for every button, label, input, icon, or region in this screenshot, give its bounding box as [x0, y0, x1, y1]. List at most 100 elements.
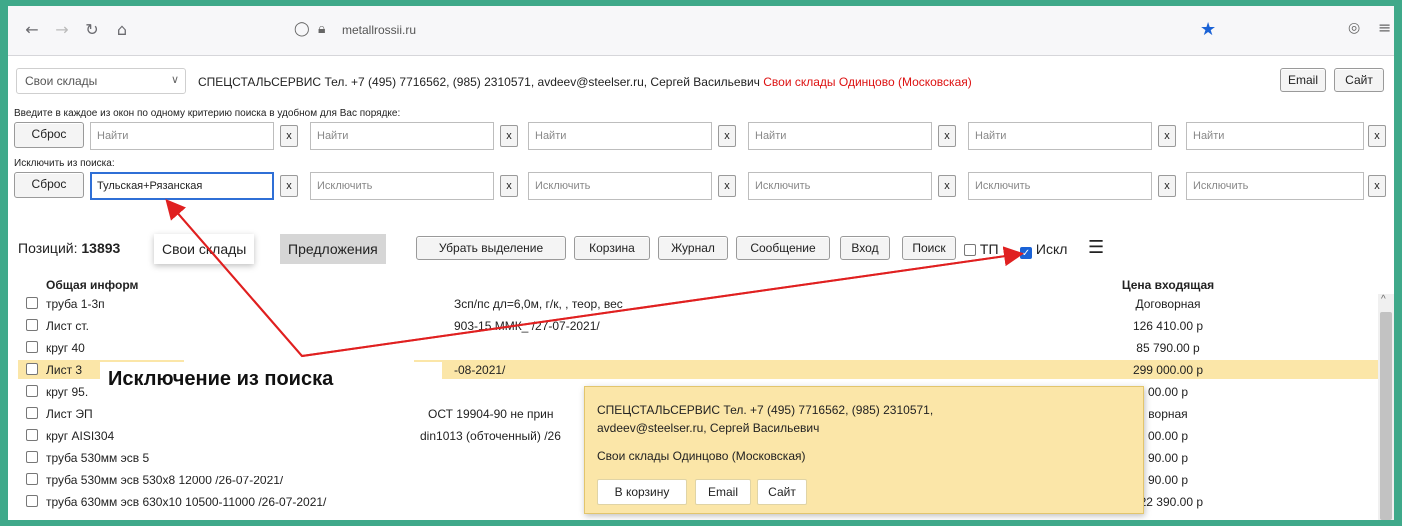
search-clear-4-button[interactable]: x: [938, 125, 956, 147]
supplier-warehouse: Свои склады Одинцово (Московская): [763, 75, 972, 89]
exclude-reset-button[interactable]: Сброс: [14, 172, 84, 198]
supplier-popup: СПЕЦСТАЛЬСЕРВИС Тел. +7 (495) 7716562, (…: [584, 386, 1144, 514]
scroll-up-icon[interactable]: ^: [1381, 294, 1386, 305]
message-button[interactable]: Сообщение: [736, 236, 830, 260]
supplier-name: СПЕЦСТАЛЬСЕРВИС: [198, 75, 322, 89]
table-scrollbar-thumb[interactable]: [1380, 312, 1392, 520]
warehouse-select-value: Свои склады: [25, 74, 98, 88]
exclude-clear-1-button[interactable]: x: [280, 175, 298, 197]
row-name: труба 1-3п: [46, 297, 105, 311]
row-name-tail: ОСТ 19904-90 не прин: [428, 407, 554, 421]
exclude-input-2[interactable]: Исключить: [310, 172, 494, 200]
address-bar[interactable]: ◯ 🔒︎ metallrossii.ru: [288, 19, 1148, 43]
reload-icon[interactable]: ↻: [82, 20, 102, 40]
row-price: 299 000.00 р: [1132, 363, 1204, 377]
row-checkbox[interactable]: [26, 319, 38, 331]
clear-selection-button[interactable]: Убрать выделение: [416, 236, 566, 260]
row-name: круг AISI304: [46, 429, 115, 443]
chevron-down-icon: ∨: [170, 74, 179, 86]
tp-checkbox-box[interactable]: [964, 244, 976, 256]
exclude-clear-6-button[interactable]: x: [1368, 175, 1386, 197]
overlay-mask: [184, 276, 414, 376]
search-input-1[interactable]: Найти: [90, 122, 274, 150]
tab-own-warehouses[interactable]: Свои склады: [154, 234, 255, 264]
exclude-clear-4-button[interactable]: x: [938, 175, 956, 197]
search-clear-2-button[interactable]: x: [500, 125, 518, 147]
hamburger-menu-icon[interactable]: ☰: [1088, 237, 1104, 258]
row-checkbox[interactable]: [26, 297, 38, 309]
search-clear-6-button[interactable]: x: [1368, 125, 1386, 147]
row-checkbox[interactable]: [26, 407, 38, 419]
row-checkbox[interactable]: [26, 473, 38, 485]
row-price: Договорная: [1135, 297, 1201, 311]
search-clear-1-button[interactable]: x: [280, 125, 298, 147]
popup-add-to-cart-button[interactable]: В корзину: [597, 479, 687, 505]
row-name: круг 95.: [46, 385, 89, 399]
excl-checkbox[interactable]: ✓ Искл: [1020, 241, 1067, 259]
home-icon[interactable]: ⌂: [112, 20, 132, 40]
row-name: Лист ЭП: [46, 407, 93, 421]
row-checkbox[interactable]: [26, 451, 38, 463]
search-reset-button[interactable]: Сброс: [14, 122, 84, 148]
cart-button[interactable]: Корзина: [574, 236, 650, 260]
row-price: 126 410.00 р: [1132, 319, 1204, 333]
popup-site-button[interactable]: Сайт: [757, 479, 807, 505]
column-header-info: Общая информ: [46, 278, 139, 292]
overlay-mask: [184, 398, 414, 476]
row-checkbox[interactable]: [26, 429, 38, 441]
search-clear-3-button[interactable]: x: [718, 125, 736, 147]
action-bar: Позиций: 13893 Свои склады Предложения У…: [8, 234, 1394, 264]
site-button[interactable]: Сайт: [1334, 68, 1384, 92]
excl-checkbox-label: Искл: [1035, 241, 1068, 257]
pocket-icon[interactable]: ◎: [1348, 20, 1360, 36]
search-input-4[interactable]: Найти: [748, 122, 932, 150]
search-row: Сброс Найти x Найти x Найти x Найти x На…: [8, 122, 1394, 152]
app-frame: ← → ↻ ⌂ ◯ 🔒︎ metallrossii.ru ★ ◎ ≡ Свои …: [8, 6, 1394, 520]
bookmark-star-icon[interactable]: ★: [1200, 19, 1216, 40]
url-text[interactable]: metallrossii.ru: [342, 23, 416, 37]
popup-supplier-line: СПЕЦСТАЛЬСЕРВИС Тел. +7 (495) 7716562, (…: [597, 403, 934, 417]
search-button[interactable]: Поиск: [902, 236, 956, 260]
exclude-hint: Исключить из поиска:: [14, 158, 115, 169]
popup-email-button[interactable]: Email: [695, 479, 751, 505]
row-checkbox[interactable]: [26, 341, 38, 353]
positions-number: 13893: [81, 240, 121, 256]
popup-contacts-line: avdeev@steelser.ru, Сергей Васильевич: [597, 421, 820, 435]
search-input-5[interactable]: Найти: [968, 122, 1152, 150]
excl-checkbox-box[interactable]: ✓: [1020, 247, 1032, 259]
lock-icon[interactable]: 🔒︎: [318, 21, 334, 39]
positions-count: Позиций: 13893: [18, 240, 120, 256]
journal-button[interactable]: Журнал: [658, 236, 728, 260]
search-input-2[interactable]: Найти: [310, 122, 494, 150]
row-name: Лист ст.: [46, 319, 89, 333]
shield-icon[interactable]: ◯: [294, 21, 310, 39]
exclude-clear-2-button[interactable]: x: [500, 175, 518, 197]
exclude-input-1[interactable]: Тульская+Рязанская: [90, 172, 274, 200]
tab-offers[interactable]: Предложения: [280, 234, 386, 264]
row-name-tail: Зсп/пс дл=6,0м, г/к, , теор, вес: [454, 297, 623, 311]
search-clear-5-button[interactable]: x: [1158, 125, 1176, 147]
forward-icon[interactable]: →: [52, 20, 72, 40]
row-checkbox[interactable]: [26, 363, 38, 375]
exclude-input-3[interactable]: Исключить: [528, 172, 712, 200]
search-input-6[interactable]: Найти: [1186, 122, 1364, 150]
exclude-clear-5-button[interactable]: x: [1158, 175, 1176, 197]
supplier-contacts: Тел. +7 (495) 7716562, (985) 2310571, av…: [324, 75, 760, 89]
back-icon[interactable]: ←: [22, 20, 42, 40]
search-input-3[interactable]: Найти: [528, 122, 712, 150]
row-name: Лист 3: [46, 363, 83, 377]
warehouse-select[interactable]: Свои склады ∨: [16, 68, 186, 94]
exclude-clear-3-button[interactable]: x: [718, 175, 736, 197]
exclude-input-6[interactable]: Исключить: [1186, 172, 1364, 200]
row-name-tail: 903-15 ММК_ /27-07-2021/: [454, 319, 600, 333]
search-hint: Введите в каждое из окон по одному крите…: [14, 108, 401, 119]
row-checkbox[interactable]: [26, 385, 38, 397]
email-button[interactable]: Email: [1280, 68, 1326, 92]
browser-menu-icon[interactable]: ≡: [1378, 18, 1391, 37]
row-checkbox[interactable]: [26, 495, 38, 507]
tp-checkbox[interactable]: ТП: [964, 241, 999, 257]
login-button[interactable]: Вход: [840, 236, 890, 260]
exclude-input-4[interactable]: Исключить: [748, 172, 932, 200]
column-header-price: Цена входящая: [1121, 278, 1215, 292]
exclude-input-5[interactable]: Исключить: [968, 172, 1152, 200]
